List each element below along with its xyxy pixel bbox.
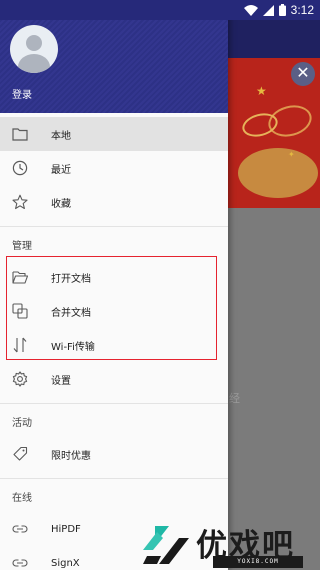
status-time: 3:12 [290,3,314,17]
divider [0,226,228,227]
navigation-drawer: 登录 本地 最近 收藏 管理 打开文档 合并文档 Wi-Fi传输 设置 活动 限… [0,0,228,570]
status-bar: 3:12 [0,0,320,20]
banner-glow [238,148,318,198]
banner-close-button[interactable]: ✕ [291,62,315,86]
folder-icon [12,126,28,142]
banner-spark-icon: ✦ [288,150,295,159]
banner-star-icon: ★ [256,84,267,98]
menu-item-label: 设置 [51,375,71,387]
menu-item-label: 最近 [51,164,71,176]
background-partial-text: 经 [229,392,240,405]
watermark-logo [139,522,191,568]
login-link[interactable]: 登录 [12,86,32,101]
menu-item-recent[interactable]: 最近 [0,151,228,185]
watermark-url: YOXI8.COM [213,556,303,568]
banner-ring [264,100,316,142]
menu-item-hipdf[interactable]: HiPDF [0,512,228,546]
section-title-manage: 管理 [12,241,32,252]
menu-item-label: 本地 [51,130,71,142]
menu-item-label: SignX [51,557,80,569]
menu-item-label: 收藏 [51,198,71,210]
menu-item-label: HiPDF [51,523,81,535]
star-icon [12,194,28,210]
battery-icon [278,1,286,20]
gear-icon [12,371,28,387]
divider [0,403,228,404]
tag-icon [12,446,28,462]
menu-item-signx[interactable]: SignX [0,546,228,570]
signal-icon [262,1,274,20]
section-title-activity: 活动 [12,418,32,429]
wifi-icon [243,1,258,20]
divider [0,478,228,479]
avatar[interactable] [10,25,58,73]
link-icon [12,555,28,570]
link-icon [12,521,28,537]
menu-item-local[interactable]: 本地 [0,117,228,151]
menu-item-favorites[interactable]: 收藏 [0,185,228,219]
menu-item-limited-offer[interactable]: 限时优惠 [0,437,228,471]
section-title-online: 在线 [12,493,32,504]
menu-item-label: 限时优惠 [51,450,91,462]
menu-item-settings[interactable]: 设置 [0,362,228,396]
clock-icon [12,160,28,176]
highlight-box [6,256,217,360]
